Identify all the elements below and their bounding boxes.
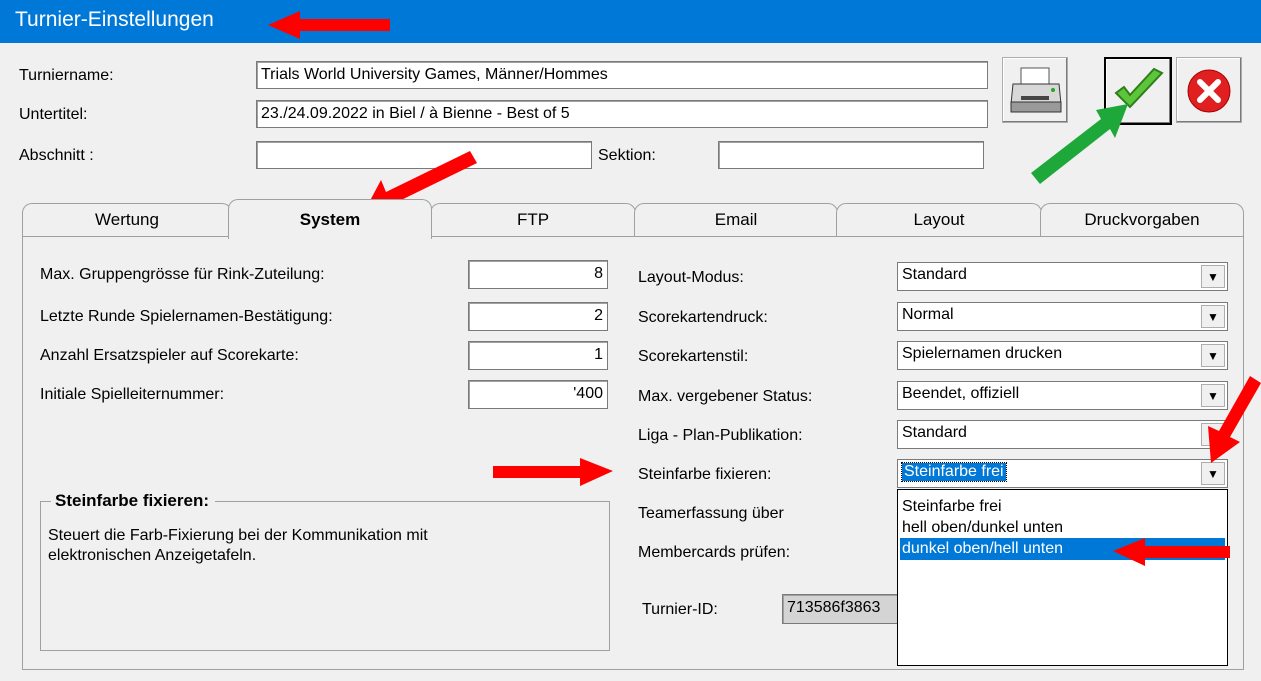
ok-button[interactable] xyxy=(1104,57,1172,125)
section-label: Abschnitt : xyxy=(19,147,94,164)
last-round-confirm-input[interactable]: 2 xyxy=(468,302,608,331)
print-button[interactable] xyxy=(1002,57,1068,123)
layout-mode-value: Standard xyxy=(902,266,967,283)
scorecard-style-select[interactable]: Spielernamen drucken ▼ xyxy=(897,341,1228,370)
info-group-box: Steinfarbe fixieren: Steuert die Farb-Fi… xyxy=(40,491,610,651)
red-x-icon xyxy=(1187,69,1231,113)
tab-email[interactable]: Email xyxy=(634,203,838,237)
section-input[interactable] xyxy=(256,141,592,169)
scorecard-style-value: Spielernamen drucken xyxy=(902,345,1063,362)
league-plan-select[interactable]: Standard ▼ xyxy=(897,420,1228,449)
tournament-id-field: 713586f3863 xyxy=(782,594,902,624)
cancel-button[interactable] xyxy=(1176,57,1242,123)
league-plan-label: Liga - Plan-Publikation: xyxy=(638,427,803,444)
initial-referee-number-label: Initiale Spielleiternummer: xyxy=(40,386,225,403)
substitute-count-input[interactable]: 1 xyxy=(468,341,608,370)
tab-druckvorgaben[interactable]: Druckvorgaben xyxy=(1040,203,1244,237)
info-text-line1: Steuert die Farb-Fixierung bei der Kommu… xyxy=(48,527,428,544)
max-group-size-label: Max. Gruppengrösse für Rink-Zuteilung: xyxy=(40,266,325,283)
tab-wertung[interactable]: Wertung xyxy=(22,203,232,237)
layout-mode-select[interactable]: Standard ▼ xyxy=(897,262,1228,291)
league-plan-value: Standard xyxy=(902,424,967,441)
stone-color-select[interactable]: Steinfarbe frei ▼ xyxy=(897,459,1228,488)
scorecard-print-select[interactable]: Normal ▼ xyxy=(897,302,1228,331)
down-arrow-icon[interactable]: ▼ xyxy=(1201,423,1225,446)
dropdown-option[interactable]: Steinfarbe frei xyxy=(900,496,1225,518)
window-title: Turnier-Einstellungen xyxy=(15,8,214,31)
green-check-icon xyxy=(1114,67,1164,109)
sektion-label: Sektion: xyxy=(598,147,656,164)
tournament-name-label: Turniername: xyxy=(19,67,114,84)
team-entry-label: Teamerfassung über xyxy=(638,505,784,522)
max-status-select[interactable]: Beendet, offiziell ▼ xyxy=(897,381,1228,410)
down-arrow-icon[interactable]: ▼ xyxy=(1201,305,1225,328)
down-arrow-icon[interactable]: ▼ xyxy=(1201,462,1225,485)
title-bar: Turnier-Einstellungen xyxy=(0,0,1261,43)
stone-color-dropdown-list[interactable]: Steinfarbe frei hell oben/dunkel unten d… xyxy=(897,489,1228,666)
subtitle-label: Untertitel: xyxy=(19,106,88,123)
scorecard-style-label: Scorekartenstil: xyxy=(638,348,749,365)
max-status-label: Max. vergebener Status: xyxy=(638,388,813,405)
tournament-name-input[interactable]: Trials World University Games, Männer/Ho… xyxy=(256,61,988,89)
printer-icon xyxy=(1010,67,1062,113)
stone-color-label: Steinfarbe fixieren: xyxy=(638,466,772,483)
scorecard-print-label: Scorekartendruck: xyxy=(638,309,768,326)
down-arrow-icon[interactable]: ▼ xyxy=(1201,265,1225,288)
info-text-line2: elektronischen Anzeigetafeln. xyxy=(48,547,257,564)
tab-ftp[interactable]: FTP xyxy=(430,203,636,237)
layout-mode-label: Layout-Modus: xyxy=(638,269,744,286)
last-round-confirm-label: Letzte Runde Spielernamen-Bestätigung: xyxy=(40,308,333,325)
tournament-id-label: Turnier-ID: xyxy=(642,601,718,618)
substitute-count-label: Anzahl Ersatzspieler auf Scorekarte: xyxy=(40,347,299,364)
scorecard-print-value: Normal xyxy=(902,306,954,323)
dropdown-option-selected[interactable]: dunkel oben/hell unten xyxy=(900,538,1225,560)
tab-system[interactable]: System xyxy=(228,199,432,239)
subtitle-input[interactable]: 23./24.09.2022 in Biel / à Bienne - Best… xyxy=(256,100,988,128)
membercards-label: Membercards prüfen: xyxy=(638,544,791,561)
max-status-value: Beendet, offiziell xyxy=(902,385,1020,402)
down-arrow-icon[interactable]: ▼ xyxy=(1201,344,1225,367)
max-group-size-input[interactable]: 8 xyxy=(468,260,608,289)
dropdown-option[interactable]: hell oben/dunkel unten xyxy=(900,517,1225,539)
tab-layout[interactable]: Layout xyxy=(836,203,1042,237)
stone-color-value: Steinfarbe frei xyxy=(901,462,1007,482)
sektion-input[interactable] xyxy=(718,141,984,169)
down-arrow-icon[interactable]: ▼ xyxy=(1201,384,1225,407)
initial-referee-number-input[interactable]: '400 xyxy=(468,380,608,409)
info-group-title: Steinfarbe fixieren: xyxy=(51,491,215,511)
